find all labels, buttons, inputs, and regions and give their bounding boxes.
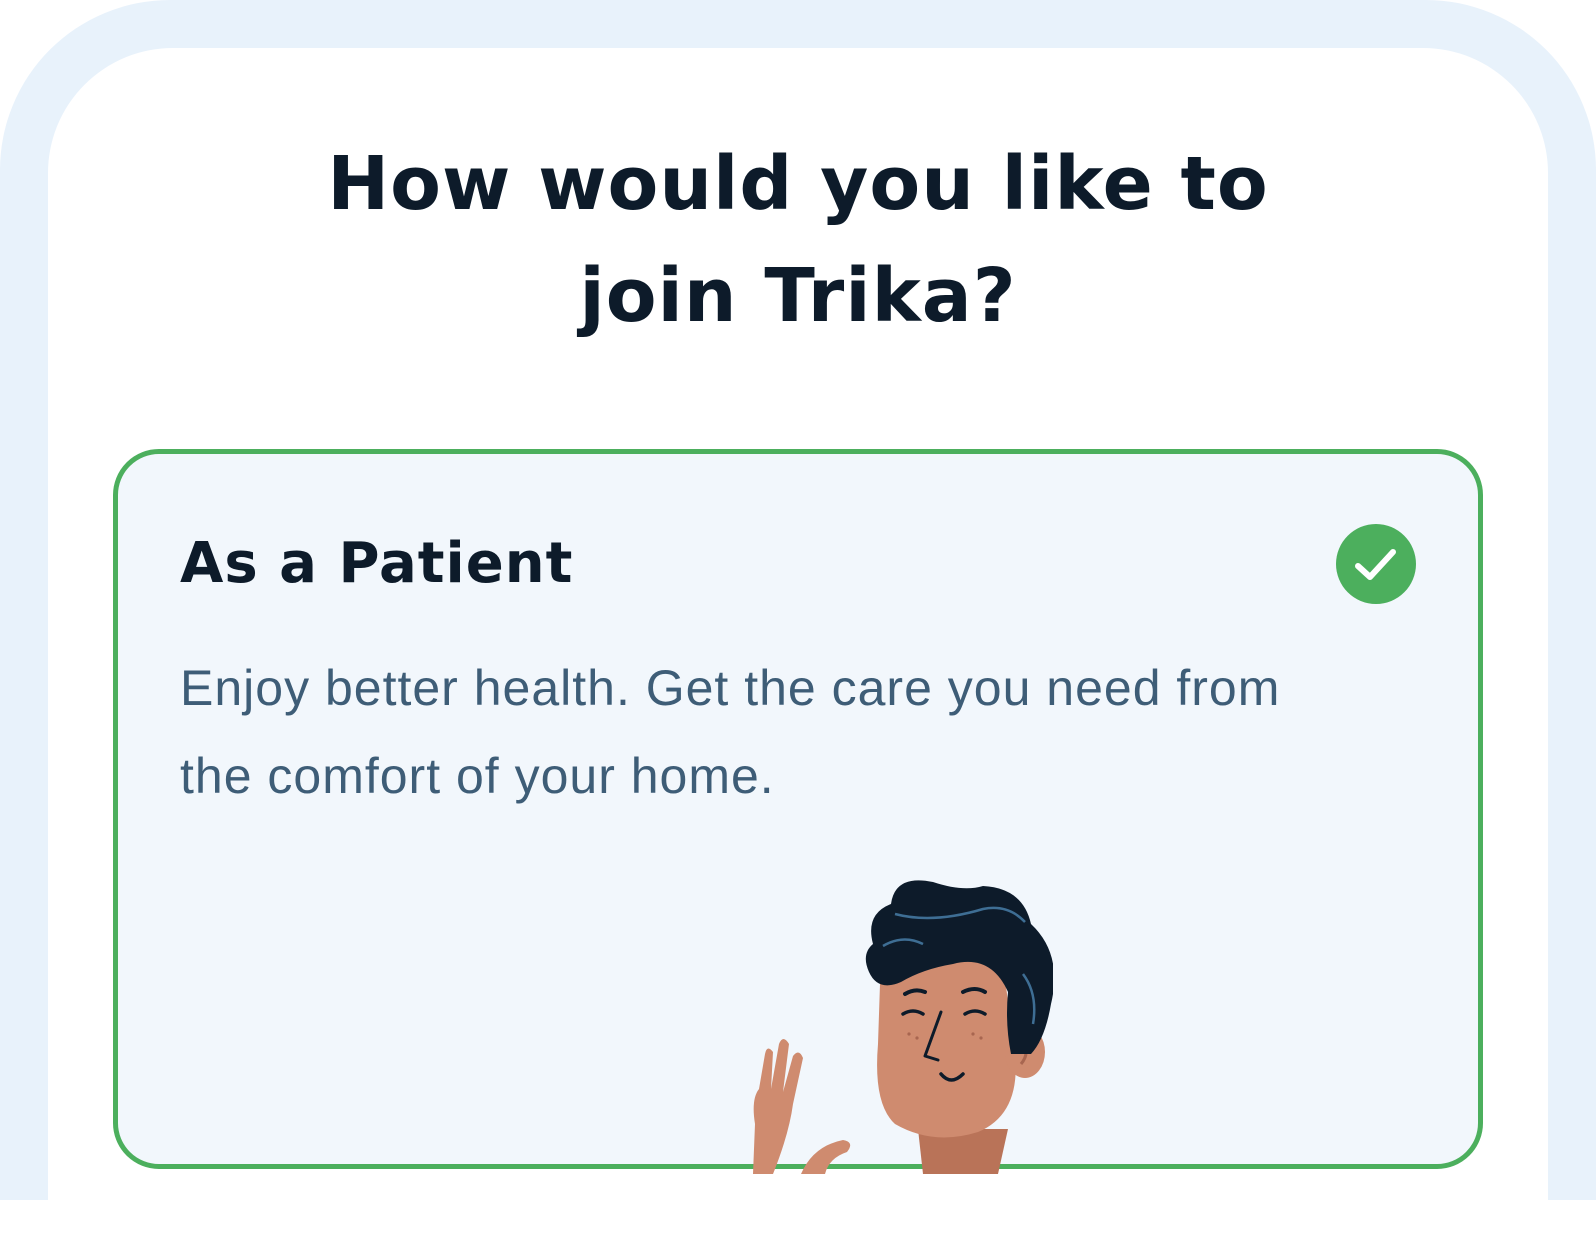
option-description: Enjoy better health. Get the care you ne…	[180, 660, 1281, 804]
patient-option-card[interactable]: As a Patient Enjoy better health. Get th…	[113, 449, 1483, 1174]
patient-waving-illustration	[633, 874, 1055, 1174]
page-title-line-2: join Trika?	[579, 253, 1017, 339]
page-title: How would you like to join Trika?	[0, 128, 1596, 352]
check-icon	[1336, 524, 1416, 604]
option-title: As a Patient	[180, 531, 574, 596]
page-title-line-1: How would you like to	[327, 141, 1269, 227]
